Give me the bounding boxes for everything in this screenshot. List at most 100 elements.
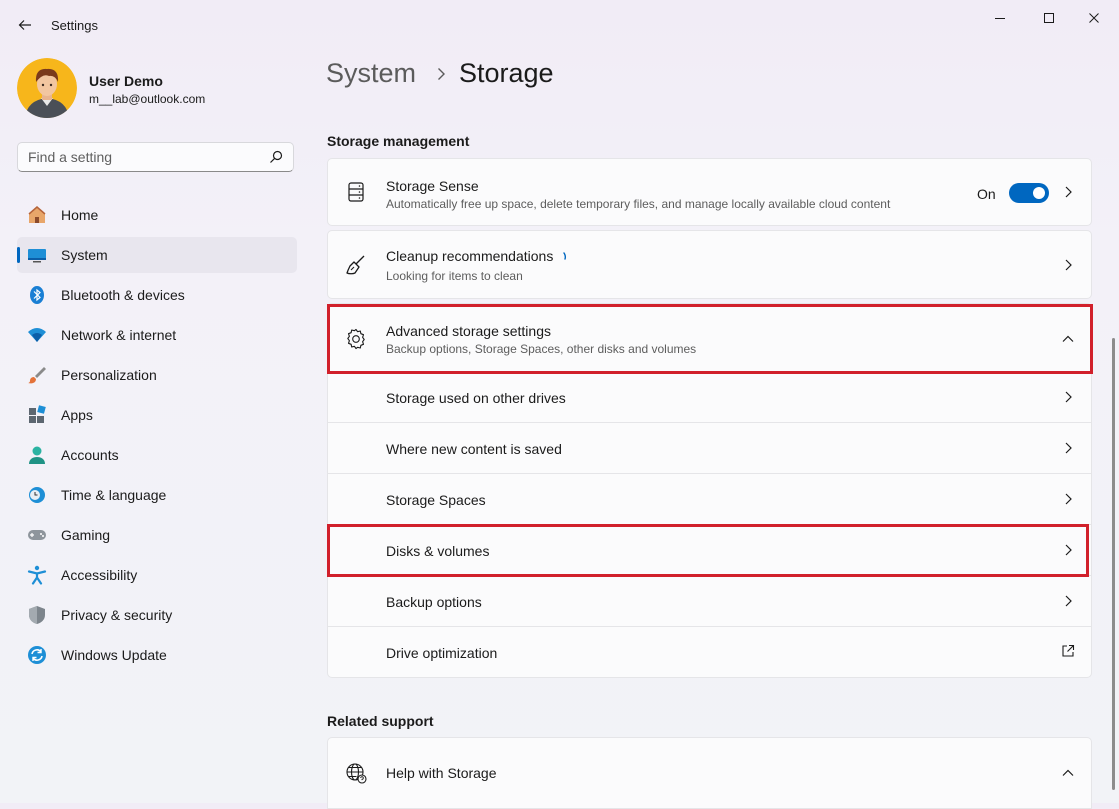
- chevron-right-icon: [1065, 595, 1072, 607]
- search-box[interactable]: [17, 142, 294, 172]
- user-email: m__lab@outlook.com: [89, 92, 206, 106]
- brush-icon: [28, 367, 46, 384]
- apps-icon: [29, 405, 46, 423]
- row-label: Where new content is saved: [386, 441, 562, 457]
- storage-sense-title: Storage Sense: [386, 178, 479, 194]
- sidebar-item-accounts[interactable]: Accounts: [17, 437, 297, 473]
- home-icon: [28, 206, 46, 223]
- sidebar-item-time-language[interactable]: Time & language: [17, 477, 297, 513]
- loading-spinner-icon: [563, 252, 567, 260]
- breadcrumb-system[interactable]: System: [326, 58, 416, 89]
- back-button[interactable]: [12, 12, 38, 38]
- person-icon: [29, 446, 45, 464]
- page-title: Storage: [459, 58, 554, 88]
- row-label: Drive optimization: [386, 645, 498, 661]
- disks-volumes-row[interactable]: Disks & volumes: [327, 525, 1092, 576]
- gear-icon: [347, 328, 365, 350]
- accessibility-icon: [27, 565, 47, 585]
- globe-help-icon: [346, 763, 367, 784]
- search-icon[interactable]: [269, 150, 283, 164]
- advanced-storage-settings-header[interactable]: Advanced storage settings Backup options…: [327, 303, 1092, 373]
- search-input[interactable]: [28, 149, 248, 165]
- sidebar-item-label: Personalization: [61, 367, 157, 383]
- user-avatar-icon: [17, 58, 77, 118]
- external-link-icon: [1062, 644, 1075, 657]
- sidebar-item-label: Accessibility: [61, 567, 138, 583]
- sidebar-item-network[interactable]: Network & internet: [17, 317, 297, 353]
- monitor-icon: [28, 249, 46, 263]
- user-name: User Demo: [89, 73, 163, 89]
- sidebar-item-personalization[interactable]: Personalization: [17, 357, 297, 393]
- wifi-icon: [28, 328, 46, 342]
- gamepad-icon: [28, 530, 46, 540]
- chevron-right-icon: [1065, 493, 1072, 505]
- shield-icon: [29, 606, 45, 624]
- help-with-storage-card[interactable]: Help with Storage: [327, 737, 1092, 809]
- minimize-button[interactable]: [980, 8, 1020, 28]
- maximize-icon: [1044, 13, 1054, 23]
- clock-globe-icon: [29, 487, 45, 503]
- update-icon: [28, 646, 46, 664]
- storage-sense-description: Automatically free up space, delete temp…: [386, 197, 891, 211]
- title-bar: Settings: [0, 0, 1119, 50]
- chevron-up-icon[interactable]: [1061, 332, 1075, 346]
- back-arrow-icon: [18, 20, 31, 30]
- storage-sense-card[interactable]: Storage Sense Automatically free up spac…: [327, 158, 1092, 226]
- row-label: Storage Spaces: [386, 492, 486, 508]
- section-heading-storage-management: Storage management: [327, 133, 470, 149]
- sidebar-item-label: System: [61, 247, 108, 263]
- sidebar-item-gaming[interactable]: Gaming: [17, 517, 297, 553]
- sidebar-item-accessibility[interactable]: Accessibility: [17, 557, 297, 593]
- sidebar-item-label: Gaming: [61, 527, 111, 543]
- section-heading-related-support: Related support: [327, 713, 434, 729]
- drive-optimization-row[interactable]: Drive optimization: [327, 627, 1092, 678]
- sidebar-item-home[interactable]: Home: [17, 197, 297, 233]
- avatar[interactable]: [17, 58, 77, 118]
- row-label: Disks & volumes: [386, 543, 490, 559]
- sidebar-item-label: Time & language: [61, 487, 167, 503]
- chevron-right-icon[interactable]: [1061, 185, 1075, 199]
- sidebar-item-system[interactable]: System: [17, 237, 297, 273]
- chevron-right-icon: [438, 68, 445, 80]
- chevron-right-icon[interactable]: [1061, 258, 1075, 272]
- close-button[interactable]: [1074, 8, 1114, 28]
- advanced-storage-title: Advanced storage settings: [386, 323, 551, 339]
- chevron-right-icon: [1065, 544, 1072, 556]
- sidebar-item-label: Bluetooth & devices: [61, 287, 185, 303]
- chevron-up-icon[interactable]: [1061, 766, 1075, 780]
- row-label: Backup options: [386, 594, 482, 610]
- storage-spaces-row[interactable]: Storage Spaces: [327, 474, 1092, 525]
- sidebar-item-label: Windows Update: [61, 647, 167, 663]
- storage-drive-icon: [348, 182, 364, 202]
- toggle-state-label: On: [977, 186, 996, 202]
- selection-indicator: [17, 247, 20, 263]
- toggle-knob: [1033, 187, 1045, 199]
- scrollbar[interactable]: [1112, 338, 1115, 790]
- sidebar-item-windows-update[interactable]: Windows Update: [17, 637, 297, 673]
- sidebar-item-label: Apps: [61, 407, 93, 423]
- chevron-right-icon: [1065, 391, 1072, 403]
- maximize-button[interactable]: [1029, 8, 1069, 28]
- sidebar-item-apps[interactable]: Apps: [17, 397, 297, 433]
- sidebar-item-label: Accounts: [61, 447, 119, 463]
- bluetooth-icon: [30, 286, 44, 304]
- sidebar-item-label: Privacy & security: [61, 607, 173, 623]
- row-label: Storage used on other drives: [386, 390, 566, 406]
- cleanup-description: Looking for items to clean: [386, 269, 523, 283]
- cleanup-title: Cleanup recommendations: [386, 248, 554, 264]
- chevron-right-icon: [1065, 442, 1072, 454]
- backup-options-row[interactable]: Backup options: [327, 576, 1092, 627]
- advanced-storage-description: Backup options, Storage Spaces, other di…: [386, 342, 697, 356]
- app-title: Settings: [51, 18, 98, 33]
- cleanup-recommendations-card[interactable]: Cleanup recommendations Looking for item…: [327, 230, 1092, 299]
- sidebar-item-label: Home: [61, 207, 99, 223]
- help-with-storage-title: Help with Storage: [386, 765, 497, 781]
- storage-used-other-drives-row[interactable]: Storage used on other drives: [327, 373, 1092, 423]
- sidebar-item-privacy-security[interactable]: Privacy & security: [17, 597, 297, 633]
- storage-sense-toggle[interactable]: [1009, 183, 1049, 203]
- sidebar-item-label: Network & internet: [61, 327, 177, 343]
- minimize-icon: [995, 18, 1005, 19]
- sidebar-item-bluetooth[interactable]: Bluetooth & devices: [17, 277, 297, 313]
- where-new-content-saved-row[interactable]: Where new content is saved: [327, 423, 1092, 474]
- broom-icon: [346, 255, 365, 275]
